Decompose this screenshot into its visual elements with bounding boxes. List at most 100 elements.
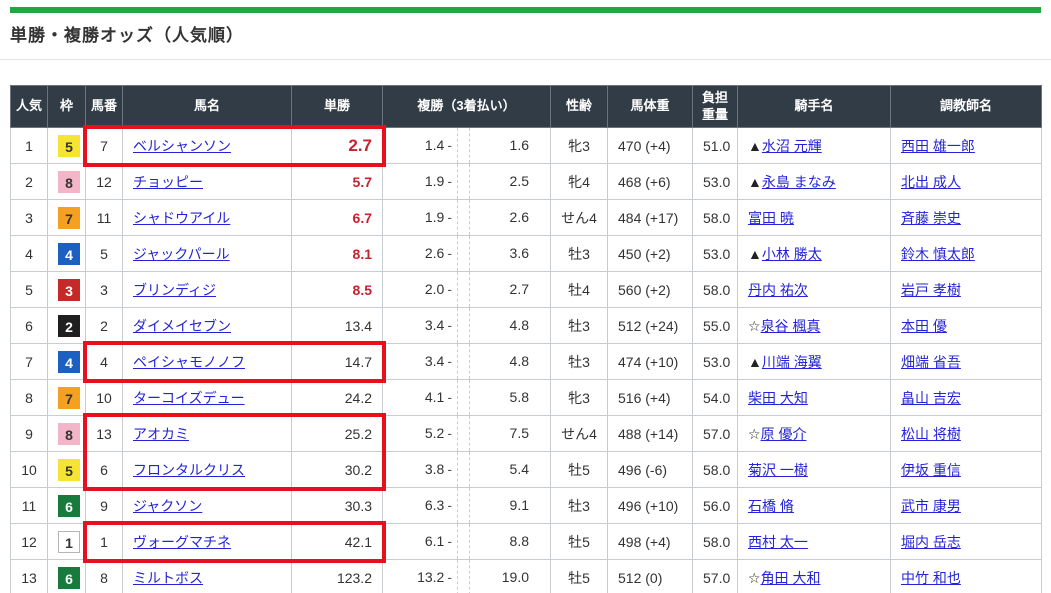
horse-name-link[interactable]: ヴォーグマチネ <box>133 534 231 550</box>
rank-cell: 2 <box>11 164 48 200</box>
place-odds-separator: - <box>444 245 452 261</box>
jockey-link[interactable]: 石橋 脩 <box>748 498 794 514</box>
sex-age-cell: 牝3 <box>551 128 608 164</box>
trainer-cell: 伊坂 重信 <box>891 452 1042 488</box>
win-odds-value: 13.4 <box>345 318 372 334</box>
horse-no-cell: 5 <box>86 236 123 272</box>
trainer-link[interactable]: 岩戸 孝樹 <box>901 282 961 298</box>
place-odds-low: 6.3- <box>393 488 458 523</box>
jockey-link[interactable]: 富田 暁 <box>748 210 794 226</box>
trainer-link[interactable]: 堀内 岳志 <box>901 534 961 550</box>
title-divider <box>0 59 1051 60</box>
horse-name-cell: ダイメイセブン <box>123 308 292 344</box>
win-odds-cell: 8.1 <box>292 236 383 272</box>
horse-name-link[interactable]: ベルシャンソン <box>133 138 231 154</box>
waku-badge: 5 <box>58 135 80 157</box>
waku-badge: 6 <box>58 495 80 517</box>
load-weight-cell: 54.0 <box>693 380 738 416</box>
horse-no-cell: 10 <box>86 380 123 416</box>
horse-name-link[interactable]: ブリンディジ <box>133 282 216 298</box>
jockey-cell: 丹内 祐次 <box>738 272 891 308</box>
jockey-apprentice-mark: ▲ <box>748 138 762 154</box>
trainer-link[interactable]: 武市 康男 <box>901 498 961 514</box>
place-odds-cell: 6.1-8.8 <box>383 524 551 560</box>
trainer-link[interactable]: 畑端 省吾 <box>901 354 961 370</box>
jockey-link[interactable]: 丹内 祐次 <box>748 282 808 298</box>
sex-age-cell: せん4 <box>551 200 608 236</box>
jockey-apprentice-mark: ☆ <box>748 570 761 586</box>
trainer-link[interactable]: 伊坂 重信 <box>901 462 961 478</box>
horse-name-cell: ターコイズデュー <box>123 380 292 416</box>
jockey-link[interactable]: 小林 勝太 <box>762 246 822 262</box>
place-odds-range: 1.9-2.5 <box>393 164 540 199</box>
horse-name-link[interactable]: ジャックパール <box>133 246 230 262</box>
horse-weight-cell: 484 (+17) <box>608 200 693 236</box>
rank-cell: 8 <box>11 380 48 416</box>
horse-name-cell: チョッピー <box>123 164 292 200</box>
place-odds-low: 13.2- <box>393 560 458 593</box>
horse-name-link[interactable]: ミルトボス <box>133 570 203 586</box>
jockey-apprentice-mark: ▲ <box>748 246 762 262</box>
waku-badge: 5 <box>58 459 80 481</box>
horse-name-link[interactable]: フロンタルクリス <box>133 462 245 478</box>
horse-name-link[interactable]: シャドウアイル <box>133 210 230 226</box>
jockey-link[interactable]: 原 優介 <box>761 426 807 442</box>
rank-cell: 4 <box>11 236 48 272</box>
horse-no-cell: 1 <box>86 524 123 560</box>
horse-name-link[interactable]: チョッピー <box>133 174 203 190</box>
horse-no-cell: 11 <box>86 200 123 236</box>
trainer-link[interactable]: 斉藤 崇史 <box>901 210 961 226</box>
jockey-link[interactable]: 西村 太一 <box>748 534 808 550</box>
jockey-link[interactable]: 角田 大和 <box>761 570 821 586</box>
jockey-link[interactable]: 永島 まなみ <box>762 174 836 190</box>
horse-name-link[interactable]: アオカミ <box>133 426 189 442</box>
jockey-link[interactable]: 菊沢 一樹 <box>748 462 808 478</box>
jockey-link[interactable]: 水沼 元輝 <box>762 138 822 154</box>
jockey-link[interactable]: 泉谷 楓真 <box>761 318 821 334</box>
win-odds-value: 30.3 <box>345 498 372 514</box>
jockey-cell: ▲水沼 元輝 <box>738 128 891 164</box>
horse-name-link[interactable]: ペイシャモノノフ <box>133 354 245 370</box>
place-odds-low-value: 1.9 <box>425 173 444 189</box>
waku-cell: 8 <box>48 416 86 452</box>
win-odds-value: 2.7 <box>348 136 372 155</box>
horse-weight-cell: 560 (+2) <box>608 272 693 308</box>
place-odds-range: 3.4-4.8 <box>393 308 540 343</box>
header-row: 人気 枠 馬番 馬名 単勝 複勝（3着払い） 性齢 馬体重 負担重量 騎手名 調… <box>11 86 1042 128</box>
load-weight-cell: 51.0 <box>693 128 738 164</box>
horse-weight-cell: 474 (+10) <box>608 344 693 380</box>
odds-table: 人気 枠 馬番 馬名 単勝 複勝（3着払い） 性齢 馬体重 負担重量 騎手名 調… <box>10 85 1042 593</box>
place-odds-range: 4.1-5.8 <box>393 380 540 415</box>
jockey-cell: ▲川端 海翼 <box>738 344 891 380</box>
trainer-link[interactable]: 松山 将樹 <box>901 426 961 442</box>
horse-no-cell: 2 <box>86 308 123 344</box>
horse-weight-cell: 516 (+4) <box>608 380 693 416</box>
trainer-link[interactable]: 中竹 和也 <box>901 570 961 586</box>
horse-weight-cell: 496 (-6) <box>608 452 693 488</box>
horse-name-link[interactable]: ターコイズデュー <box>133 390 245 406</box>
place-odds-separator: - <box>444 497 452 513</box>
win-odds-value: 42.1 <box>345 534 372 550</box>
trainer-link[interactable]: 西田 雄一郎 <box>901 138 975 154</box>
horse-name-link[interactable]: ジャクソン <box>133 498 202 514</box>
place-odds-separator: - <box>444 425 452 441</box>
trainer-link[interactable]: 鈴木 慎太郎 <box>901 246 975 262</box>
table-row: 2812チョッピー5.71.9-2.5牝4468 (+6)53.0▲永島 まなみ… <box>11 164 1042 200</box>
trainer-link[interactable]: 畠山 吉宏 <box>901 390 961 406</box>
table-row: 1368ミルトボス123.213.2-19.0牡5512 (0)57.0☆角田 … <box>11 560 1042 593</box>
table-row: 744ペイシャモノノフ14.73.4-4.8牡3474 (+10)53.0▲川端… <box>11 344 1042 380</box>
place-odds-high: 8.8 <box>470 524 540 559</box>
jockey-link[interactable]: 柴田 大知 <box>748 390 808 406</box>
horse-name-link[interactable]: ダイメイセブン <box>133 318 231 334</box>
trainer-cell: 武市 康男 <box>891 488 1042 524</box>
win-odds-value: 5.7 <box>353 174 372 190</box>
place-odds-separator: - <box>444 533 452 549</box>
trainer-link[interactable]: 本田 優 <box>901 318 947 334</box>
load-weight-cell: 53.0 <box>693 164 738 200</box>
waku-badge: 4 <box>58 243 80 265</box>
place-odds-range: 2.0-2.7 <box>393 272 540 307</box>
place-odds-low-value: 1.9 <box>425 209 444 225</box>
load-weight-cell: 55.0 <box>693 308 738 344</box>
jockey-link[interactable]: 川端 海翼 <box>762 354 822 370</box>
trainer-link[interactable]: 北出 成人 <box>901 174 961 190</box>
